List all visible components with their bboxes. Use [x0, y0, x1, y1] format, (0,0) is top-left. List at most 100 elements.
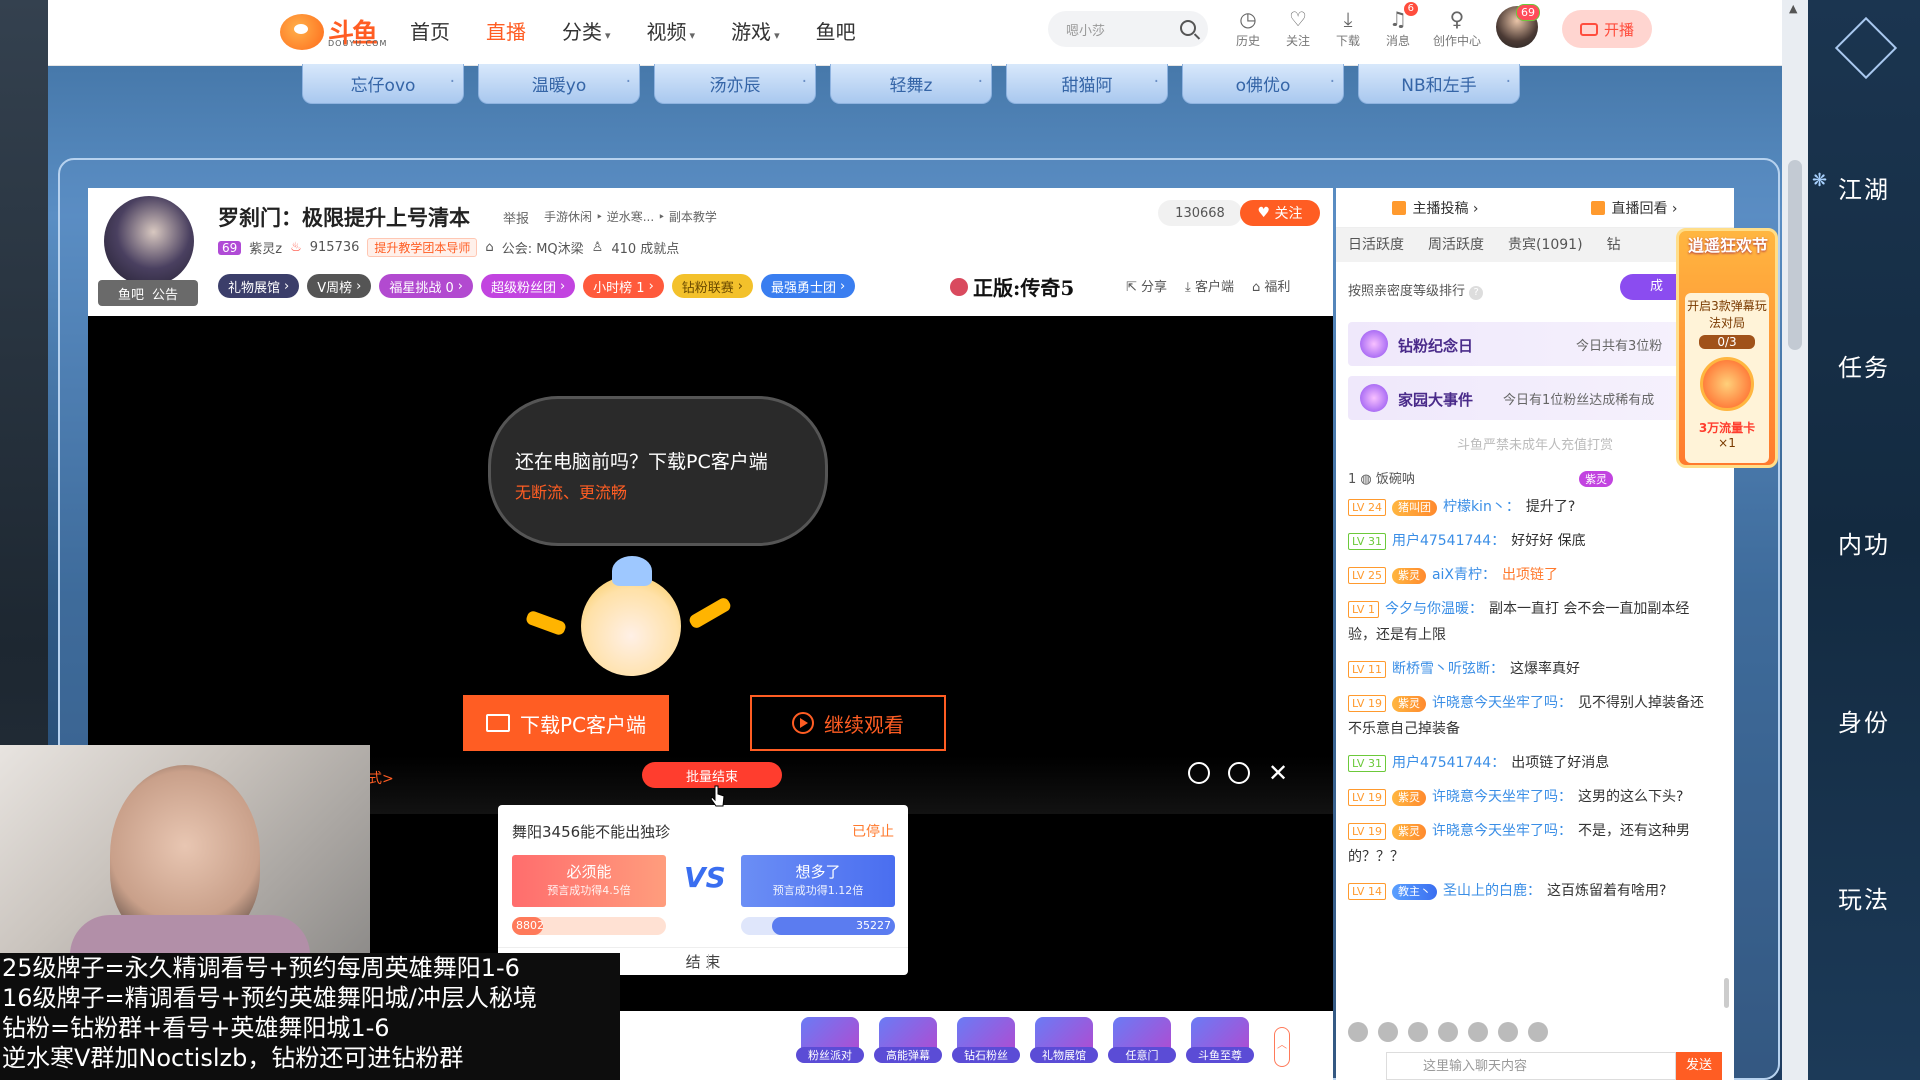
- nav-home[interactable]: 首页: [410, 16, 450, 45]
- chat-username[interactable]: 柠檬kin丶：: [1443, 499, 1520, 515]
- gift-item[interactable]: 高能弹幕: [874, 1017, 942, 1063]
- help-icon[interactable]: ?: [1469, 286, 1484, 300]
- menu-tasks[interactable]: 任务: [1808, 348, 1920, 383]
- chat-username[interactable]: 今夕与你温暖：: [1385, 601, 1483, 617]
- guide-badge[interactable]: 提升教学团本导师: [367, 238, 478, 257]
- streamer-tag[interactable]: 忘仔ovo: [302, 64, 464, 104]
- chat-username[interactable]: 圣山上的白鹿：: [1443, 883, 1541, 899]
- setting-icon[interactable]: [1528, 1022, 1548, 1042]
- user-avatar[interactable]: 69: [1496, 4, 1540, 48]
- gift-item[interactable]: 钻石粉丝: [952, 1017, 1020, 1063]
- chat-scrollbar[interactable]: [1724, 978, 1729, 1008]
- streamer-tag[interactable]: 轻舞z: [830, 64, 992, 104]
- submit-video-link[interactable]: 主播投稿 ›: [1392, 198, 1479, 218]
- streamer-tag[interactable]: 汤亦辰: [654, 64, 816, 104]
- douyu-logo[interactable]: 斗鱼 DOUYU.COM: [280, 13, 386, 50]
- streamer-name[interactable]: 紫灵z: [249, 238, 282, 257]
- streamer-tag[interactable]: o佛优o: [1182, 64, 1344, 104]
- diamond-league-pill[interactable]: 钻粉联赛: [671, 274, 753, 298]
- gift-gallery-pill[interactable]: 礼物展馆: [218, 274, 300, 298]
- nav-category[interactable]: 分类: [562, 16, 611, 45]
- follow-list-button[interactable]: ♡ 关注: [1280, 6, 1316, 49]
- nav-live[interactable]: 直播: [486, 16, 526, 45]
- megaphone-icon[interactable]: [1378, 1022, 1398, 1042]
- menu-identity[interactable]: 身份: [1808, 703, 1920, 738]
- share-button[interactable]: ⇱ 分享: [1126, 276, 1167, 295]
- super-fan-pill[interactable]: 超级粉丝团: [480, 274, 576, 298]
- menu-inner-skill[interactable]: 内功: [1808, 525, 1920, 560]
- announcement-link[interactable]: 公告: [152, 284, 178, 303]
- more-icon[interactable]: [1228, 762, 1250, 784]
- gift-list: 粉丝派对 高能弹幕 钻石粉丝 礼物展馆 任意门 斗鱼至尊: [796, 1017, 1254, 1063]
- streamer-tag[interactable]: 甜猫阿: [1006, 64, 1168, 104]
- chat-username[interactable]: 用户47541744：: [1392, 755, 1505, 771]
- tab-diamond[interactable]: 钻: [1595, 228, 1633, 262]
- chat-text: 这爆率真好: [1509, 661, 1580, 677]
- nav-video[interactable]: 视频: [647, 16, 696, 45]
- ad-banner[interactable]: 正版:传奇5: [973, 272, 1074, 301]
- streamer-tag[interactable]: 温暖yo: [478, 64, 640, 104]
- scrollbar-thumb[interactable]: [1788, 160, 1802, 350]
- top-fan-row[interactable]: 1 ◍ 饭碗呐 紫灵: [1348, 468, 1614, 487]
- settings-icon[interactable]: [1188, 762, 1210, 784]
- gift-item[interactable]: 斗鱼至尊: [1186, 1017, 1254, 1063]
- room-category[interactable]: 手游休闲 ‣ 逆水寒... ‣ 副本教学: [544, 208, 717, 225]
- welfare-button[interactable]: ⌂ 福利: [1252, 276, 1290, 295]
- close-icon[interactable]: ✕: [1268, 761, 1288, 785]
- history-button[interactable]: ◷ 历史: [1230, 6, 1266, 49]
- barrage-icon[interactable]: [1498, 1022, 1518, 1042]
- chat-username[interactable]: aiX青柠：: [1432, 567, 1496, 583]
- gift-item[interactable]: 礼物展馆: [1030, 1017, 1098, 1063]
- follow-button[interactable]: ♥ 关注: [1240, 200, 1320, 226]
- chat-username[interactable]: 断桥雪丶听弦断：: [1392, 661, 1504, 677]
- hour-rank-pill[interactable]: 小时榜 1: [583, 274, 664, 298]
- gift-item[interactable]: 粉丝派对: [796, 1017, 864, 1063]
- tab-weekly-activity[interactable]: 周活跃度: [1416, 228, 1496, 262]
- star-icon[interactable]: [1408, 1022, 1428, 1042]
- client-button[interactable]: ⤓ 客户端: [1185, 276, 1234, 295]
- browser-scrollbar[interactable]: ▲: [1782, 0, 1808, 1080]
- streamer-avatar[interactable]: [104, 196, 194, 286]
- replay-link[interactable]: 直播回看 ›: [1591, 198, 1678, 218]
- lucky-challenge-pill[interactable]: 福星挑战 0: [379, 274, 473, 298]
- start-broadcast-button[interactable]: 开播: [1562, 10, 1652, 48]
- menu-jianghu[interactable]: 江湖: [1808, 170, 1920, 205]
- warrior-group-pill[interactable]: 最强勇士团: [760, 274, 856, 298]
- chat-username[interactable]: 许晓意今天坐牢了吗：: [1432, 823, 1572, 839]
- home-event-row[interactable]: 家园大事件 今日有1位粉丝达成稀有成: [1348, 376, 1722, 420]
- fishbar-link[interactable]: 鱼吧: [118, 284, 144, 303]
- chevron-up-icon[interactable]: ︿: [1274, 1027, 1290, 1067]
- chat-input[interactable]: 这里输入聊天内容: [1386, 1052, 1676, 1080]
- messages-button[interactable]: ♫ 消息 6: [1380, 2, 1418, 49]
- creator-center-button[interactable]: ♀ 创作中心: [1430, 6, 1484, 49]
- poll-option-a[interactable]: 必须能 预言成功得4.5倍: [512, 855, 666, 907]
- report-link[interactable]: 举报: [503, 208, 529, 227]
- download-button[interactable]: ⤓ 下载: [1330, 6, 1366, 49]
- chat-username[interactable]: 用户47541744：: [1392, 533, 1505, 549]
- tab-daily-activity[interactable]: 日活跃度: [1336, 228, 1416, 262]
- chat-username[interactable]: 许晓意今天坐牢了吗：: [1432, 789, 1572, 805]
- menu-gameplay[interactable]: 玩法: [1808, 880, 1920, 915]
- diamond-anniversary-row[interactable]: 钻粉纪念日 今日共有3位粉: [1348, 322, 1722, 366]
- continue-watching-button[interactable]: 继续观看: [750, 695, 946, 751]
- guild-name[interactable]: 公会: MQ沐梁: [502, 238, 584, 257]
- scroll-up-icon[interactable]: ▲: [1789, 2, 1797, 15]
- download-pc-client-button[interactable]: 下载PC客户端: [463, 695, 669, 751]
- compass-icon[interactable]: [1834, 16, 1898, 80]
- gift-item[interactable]: 任意门: [1108, 1017, 1176, 1063]
- poll-option-b[interactable]: 想多了 预言成功得1.12倍: [741, 855, 895, 907]
- weekly-rank-pill[interactable]: V周榜: [307, 274, 372, 298]
- emoji-icon[interactable]: [1348, 1022, 1368, 1042]
- send-button[interactable]: 发送: [1676, 1052, 1722, 1080]
- streamer-tag[interactable]: NB和左手: [1358, 64, 1520, 104]
- fan-icon[interactable]: [1438, 1022, 1458, 1042]
- tab-vip[interactable]: 贵宾(1091): [1496, 228, 1595, 262]
- search-icon[interactable]: [1180, 20, 1196, 36]
- search-input[interactable]: 嗯小莎: [1048, 11, 1208, 47]
- manage-icon[interactable]: [1468, 1022, 1488, 1042]
- festival-widget[interactable]: 逍遥狂欢节 开启3款弹幕玩法对局 0/3 3万流量卡 ×1: [1676, 228, 1778, 468]
- chat-username[interactable]: 许晓意今天坐牢了吗：: [1432, 695, 1572, 711]
- nav-fishbar[interactable]: 鱼吧: [816, 16, 856, 45]
- nav-games[interactable]: 游戏: [731, 16, 780, 45]
- player-mode-link[interactable]: 式>: [368, 768, 394, 788]
